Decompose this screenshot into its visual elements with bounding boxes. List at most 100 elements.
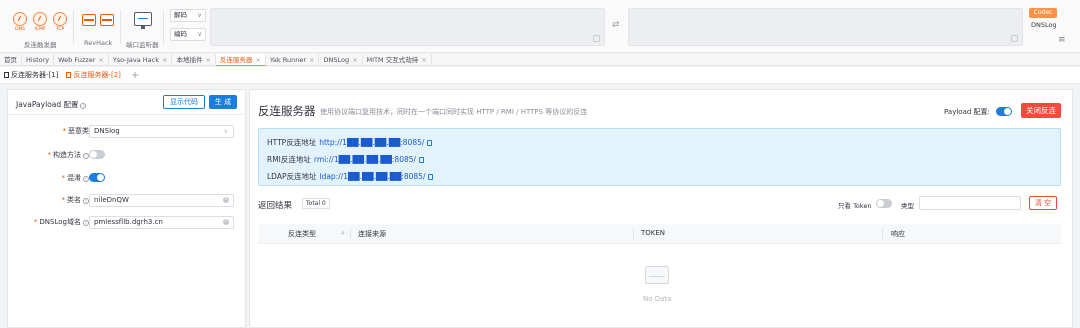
class-name-input[interactable]: nileDnQW ×	[89, 194, 234, 207]
label-text: 构造方法	[53, 151, 81, 159]
main-tab-bar: 首页 History Web Fuzzer × Yso-Java Hack × 本地…	[0, 54, 1080, 66]
ldap-address-row: LDAP反连地址 ldap://1██.██.██.██:8085/	[267, 171, 434, 182]
dnslog-button[interactable]: DNSLog	[1031, 21, 1057, 29]
construct-method-toggle[interactable]	[89, 150, 105, 159]
type-filter-label: 类型	[901, 202, 914, 210]
close-icon[interactable]: ×	[255, 56, 260, 64]
dnslog-domain-input[interactable]: pmlessfllb.dgrh3.cn ×	[89, 216, 234, 229]
reverse-trigger-label: 反连触发器	[24, 41, 57, 49]
copy-icon[interactable]	[427, 140, 433, 146]
tab-mitm[interactable]: MITM 交互式劫持 ×	[363, 54, 432, 66]
decode-select[interactable]: 解码 ∨	[170, 9, 206, 22]
close-icon[interactable]: ×	[162, 56, 167, 64]
tab-history[interactable]: History	[22, 54, 55, 66]
type-filter-input[interactable]	[919, 196, 1021, 210]
copy-icon[interactable]	[419, 157, 425, 163]
swap-icon[interactable]: ⇄	[612, 20, 620, 30]
clear-button[interactable]: 清 空	[1029, 196, 1057, 210]
divider	[8, 114, 245, 115]
subtab-label: 反连服务器-[1]	[11, 71, 59, 79]
tab-yak-runner[interactable]: Yak Runner ×	[266, 54, 320, 66]
tab-label: Yso-Java Hack	[112, 56, 159, 64]
close-icon[interactable]: ×	[309, 56, 314, 64]
tab-label: DNSLog	[323, 56, 350, 64]
panel-title-text: JavaPayload 配置	[16, 100, 79, 109]
construct-method-label: * 构造方法 i	[48, 150, 89, 160]
codec-output-area[interactable]	[628, 8, 1023, 46]
java-payload-config-panel: JavaPayload 配置 i 显示代码 生 成 * 恶意类 DNSlog ∨ * 构…	[7, 89, 246, 328]
encode-select-label: 编码	[174, 30, 187, 38]
port-monitor-icon[interactable]	[134, 12, 152, 29]
port-monitor-label: 端口监听器	[126, 41, 159, 49]
payload-config-toggle[interactable]	[996, 107, 1012, 116]
show-code-button[interactable]: 显示代码	[163, 95, 205, 109]
tab-label: History	[26, 56, 50, 64]
encode-select[interactable]: 编码 ∨	[170, 28, 206, 41]
column-header-response[interactable]: 响应	[891, 229, 905, 239]
tab-yso-java-hack[interactable]: Yso-Java Hack ×	[109, 54, 173, 66]
copy-icon[interactable]	[428, 174, 434, 180]
column-divider	[350, 228, 351, 239]
close-icon[interactable]: ×	[421, 56, 426, 64]
subtab-reverse-server-2[interactable]: 反连服务器-[2]	[62, 70, 124, 80]
label-text: 混淆	[67, 174, 81, 182]
tab-dnslog[interactable]: DNSLog ×	[319, 54, 363, 66]
codec-input-area[interactable]	[210, 8, 605, 46]
dns-trigger-icon[interactable]	[13, 12, 27, 26]
http-address-row: HTTP反连地址 http://1██.██.██.██:8085/	[267, 137, 433, 148]
malicious-class-select[interactable]: DNSlog ∨	[89, 125, 234, 138]
dns-trigger-label: DNS	[15, 27, 25, 32]
codec-button[interactable]: Codec	[1029, 8, 1057, 18]
file-icon	[66, 72, 72, 78]
close-icon[interactable]: ×	[352, 56, 357, 64]
page-subtitle: 使用协议端口复用技术，同时在一个端口同时实现 HTTP / RMI / HTTP…	[320, 108, 588, 116]
toolbar-divider	[120, 10, 121, 44]
tcp-trigger-label: TCP	[55, 27, 65, 32]
class-name-label: * 类名 i	[62, 195, 89, 205]
select-value: DNSlog	[94, 127, 120, 135]
address-value: ldap://1██.██.██.██:8085/	[319, 172, 426, 181]
toolbar-divider	[73, 10, 74, 44]
copy-icon[interactable]	[593, 35, 600, 42]
tab-label: Yak Runner	[269, 56, 307, 64]
obfuscate-toggle[interactable]	[89, 173, 105, 182]
revhack-icon-1[interactable]	[82, 14, 96, 26]
page-title: 反连服务器	[258, 104, 316, 118]
obfuscate-row: * 混淆 i	[8, 172, 245, 185]
close-reverse-button[interactable]: 关闭反连	[1021, 103, 1061, 118]
obfuscate-label: * 混淆 i	[62, 173, 89, 183]
add-tab-icon[interactable]: +	[131, 70, 139, 81]
generate-button[interactable]: 生 成	[209, 95, 237, 109]
column-header-type[interactable]: 反连类型	[288, 229, 316, 239]
tab-local-plugins[interactable]: 本地插件 ×	[172, 54, 216, 66]
dnslog-domain-row: * DNSLog域名 i pmlessfllb.dgrh3.cn ×	[8, 216, 245, 229]
construct-method-row: * 构造方法 i	[8, 149, 245, 162]
column-header-token[interactable]: TOKEN	[641, 229, 665, 237]
payload-config-label: Payload 配置:	[944, 108, 990, 116]
only-token-toggle[interactable]	[876, 199, 892, 208]
reverse-server-panel: 反连服务器 使用协议端口复用技术，同时在一个端口同时实现 HTTP / RMI …	[249, 89, 1073, 328]
subtab-reverse-server-1[interactable]: 反连服务器-[1]	[0, 70, 62, 80]
icmp-trigger-icon[interactable]	[33, 12, 47, 26]
column-divider	[882, 228, 883, 239]
tab-reverse-server[interactable]: 反连服务器 ×	[215, 54, 266, 66]
tab-web-fuzzer[interactable]: Web Fuzzer ×	[54, 54, 109, 66]
column-header-source[interactable]: 连接来源	[358, 229, 386, 239]
clear-icon[interactable]: ×	[223, 219, 229, 225]
menu-icon[interactable]: ≡	[1058, 35, 1066, 45]
chevron-down-icon: ∨	[197, 30, 202, 38]
tcp-trigger-icon[interactable]	[53, 12, 67, 26]
icmp-trigger-label: ICMP	[34, 27, 46, 32]
revhack-icon-2[interactable]	[100, 14, 114, 26]
address-label: RMI反连地址	[267, 155, 311, 164]
close-icon[interactable]: ×	[98, 56, 103, 64]
copy-icon[interactable]	[1011, 35, 1018, 42]
tab-home[interactable]: 首页	[0, 54, 22, 66]
column-divider	[633, 228, 634, 239]
search-icon[interactable]: ⌕	[341, 229, 345, 238]
close-icon[interactable]: ×	[205, 56, 210, 64]
results-title: 返回结果	[258, 201, 293, 211]
label-text: 恶意类	[68, 127, 89, 135]
input-value: nileDnQW	[94, 196, 129, 204]
clear-icon[interactable]: ×	[223, 197, 229, 203]
